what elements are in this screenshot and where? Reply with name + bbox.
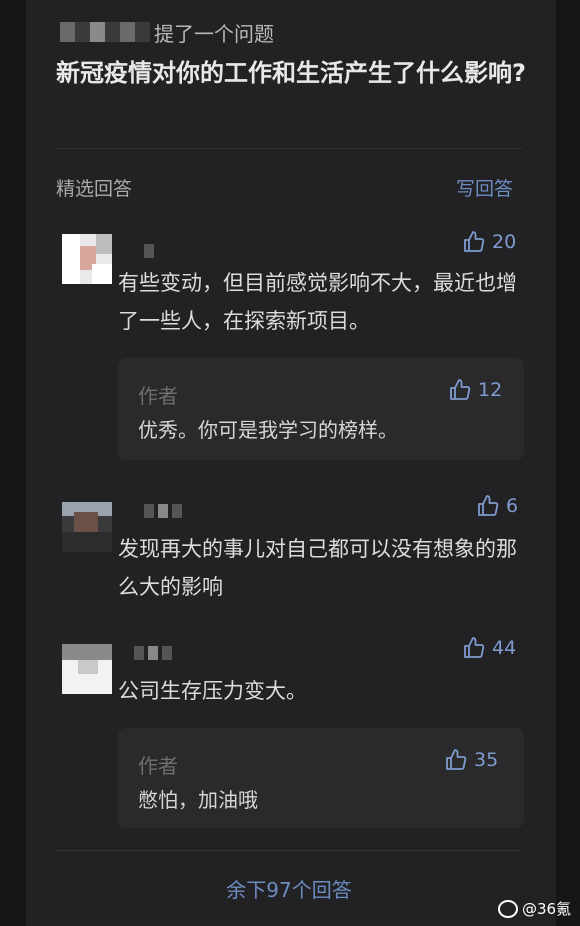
divider <box>56 850 522 851</box>
reply-text: 优秀。你可是我学习的榜样。 <box>138 418 398 442</box>
author-reply: 作者 35 憋怕，加油哦 <box>118 728 524 828</box>
divider <box>56 148 522 149</box>
asker-row: 提了一个问题 <box>60 16 274 48</box>
like-count: 12 <box>478 379 503 401</box>
like-count: 6 <box>506 495 519 517</box>
username-pixelated[interactable] <box>134 646 172 660</box>
asker-action-text: 提了一个问题 <box>154 21 274 46</box>
like-button[interactable]: 20 <box>462 230 516 254</box>
thumbs-up-icon <box>446 749 467 770</box>
reply-like-button[interactable]: 35 <box>444 748 498 772</box>
reply-text: 憋怕，加油哦 <box>138 788 258 812</box>
like-button[interactable]: 6 <box>476 494 518 518</box>
reply-author-label: 作者 <box>138 754 178 778</box>
avatar[interactable] <box>62 644 112 694</box>
like-count: 20 <box>492 231 517 253</box>
username-pixelated[interactable] <box>144 504 182 518</box>
avatar[interactable] <box>62 502 112 552</box>
username-pixelated[interactable] <box>144 244 154 258</box>
author-reply: 作者 12 优秀。你可是我学习的榜样。 <box>118 358 524 460</box>
answer-text[interactable]: 有些变动，但目前感觉影响不大，最近也增了一些人，在探索新项目。 <box>118 264 526 340</box>
watermark: @36氪 <box>498 898 571 919</box>
answer-text[interactable]: 公司生存压力变大。 <box>118 672 526 710</box>
section-title: 精选回答 <box>56 178 133 200</box>
weibo-icon <box>498 899 518 918</box>
thumbs-up-icon <box>450 379 471 400</box>
like-button[interactable]: 44 <box>462 636 516 660</box>
like-count: 35 <box>474 749 499 771</box>
like-count: 44 <box>492 637 517 659</box>
question-title[interactable]: 新冠疫情对你的工作和生活产生了什么影响? <box>56 56 532 90</box>
avatar[interactable] <box>62 234 112 284</box>
thumbs-up-icon <box>464 231 485 252</box>
reply-like-button[interactable]: 12 <box>448 378 502 402</box>
more-answers-button[interactable]: 余下97个回答 <box>56 874 522 903</box>
answer-text[interactable]: 发现再大的事儿对自己都可以没有想象的那么大的影响 <box>118 530 526 606</box>
write-answer-button[interactable]: 写回答 <box>456 174 513 201</box>
thumbs-up-icon <box>464 637 485 658</box>
reply-author-label: 作者 <box>138 384 178 408</box>
thumbs-up-icon <box>478 495 499 516</box>
watermark-text: @36氪 <box>522 900 572 918</box>
asker-name-pixelated <box>60 22 150 42</box>
